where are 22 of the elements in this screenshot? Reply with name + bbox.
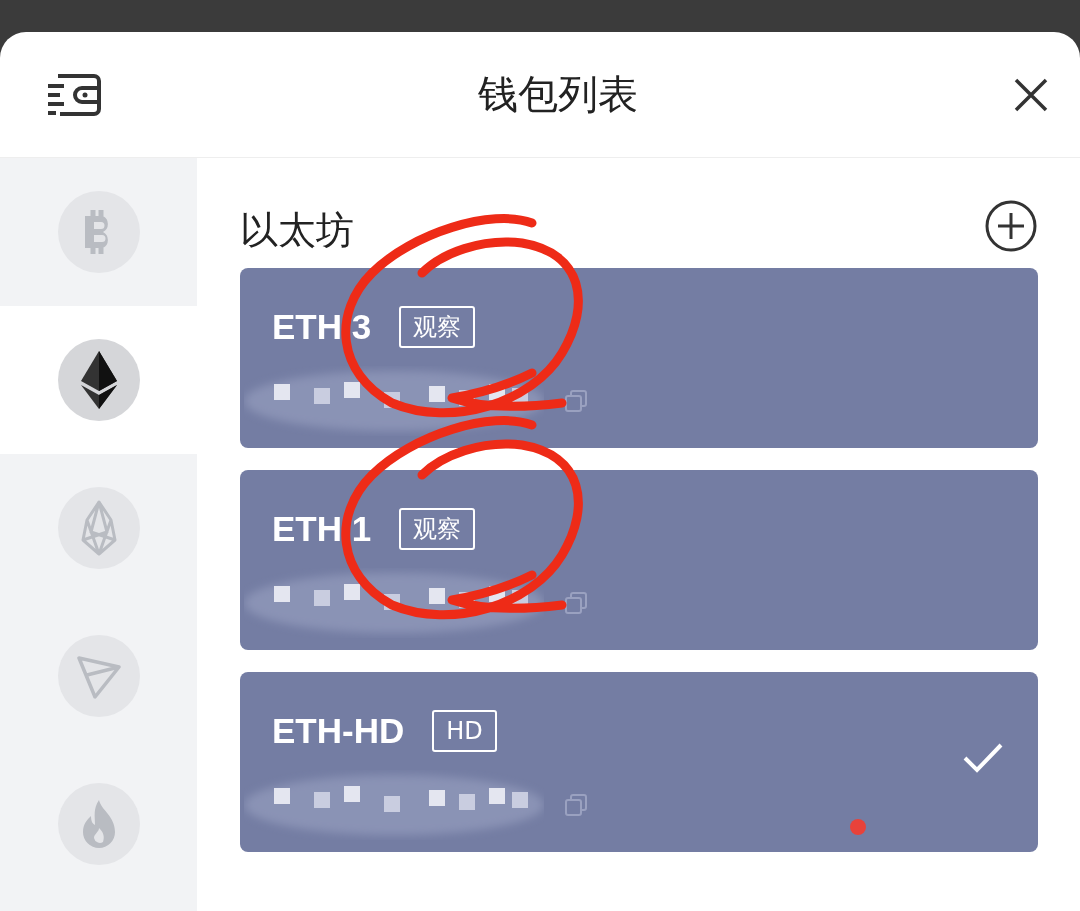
wallet-tag: HD bbox=[432, 710, 497, 752]
section-title: 以太坊 bbox=[240, 206, 354, 254]
ethereum-icon bbox=[80, 351, 117, 409]
copy-icon[interactable] bbox=[564, 389, 588, 413]
tron-icon bbox=[75, 653, 122, 699]
copy-icon[interactable] bbox=[564, 591, 588, 615]
copy-icon[interactable] bbox=[564, 793, 588, 817]
wallet-card[interactable]: ETH 3 观察 bbox=[240, 268, 1038, 448]
wallet-name: ETH 3 bbox=[272, 307, 372, 347]
flame-icon bbox=[80, 798, 117, 850]
wallet-name: ETH-HD bbox=[272, 711, 405, 751]
close-icon[interactable] bbox=[1014, 77, 1048, 112]
wallet-icon[interactable] bbox=[46, 71, 102, 118]
wallet-card[interactable]: ETH 1 观察 bbox=[240, 470, 1038, 650]
wallet-name: ETH 1 bbox=[272, 509, 372, 549]
sheet-title: 钱包列表 bbox=[478, 70, 638, 119]
chain-tab[interactable] bbox=[0, 306, 197, 454]
wallet-card[interactable]: ETH-HD HD bbox=[240, 672, 1038, 852]
add-icon[interactable] bbox=[984, 199, 1038, 253]
wallet-tag: 观察 bbox=[399, 306, 476, 348]
eos-icon bbox=[80, 500, 117, 556]
wallet-tag: 观察 bbox=[399, 508, 476, 550]
